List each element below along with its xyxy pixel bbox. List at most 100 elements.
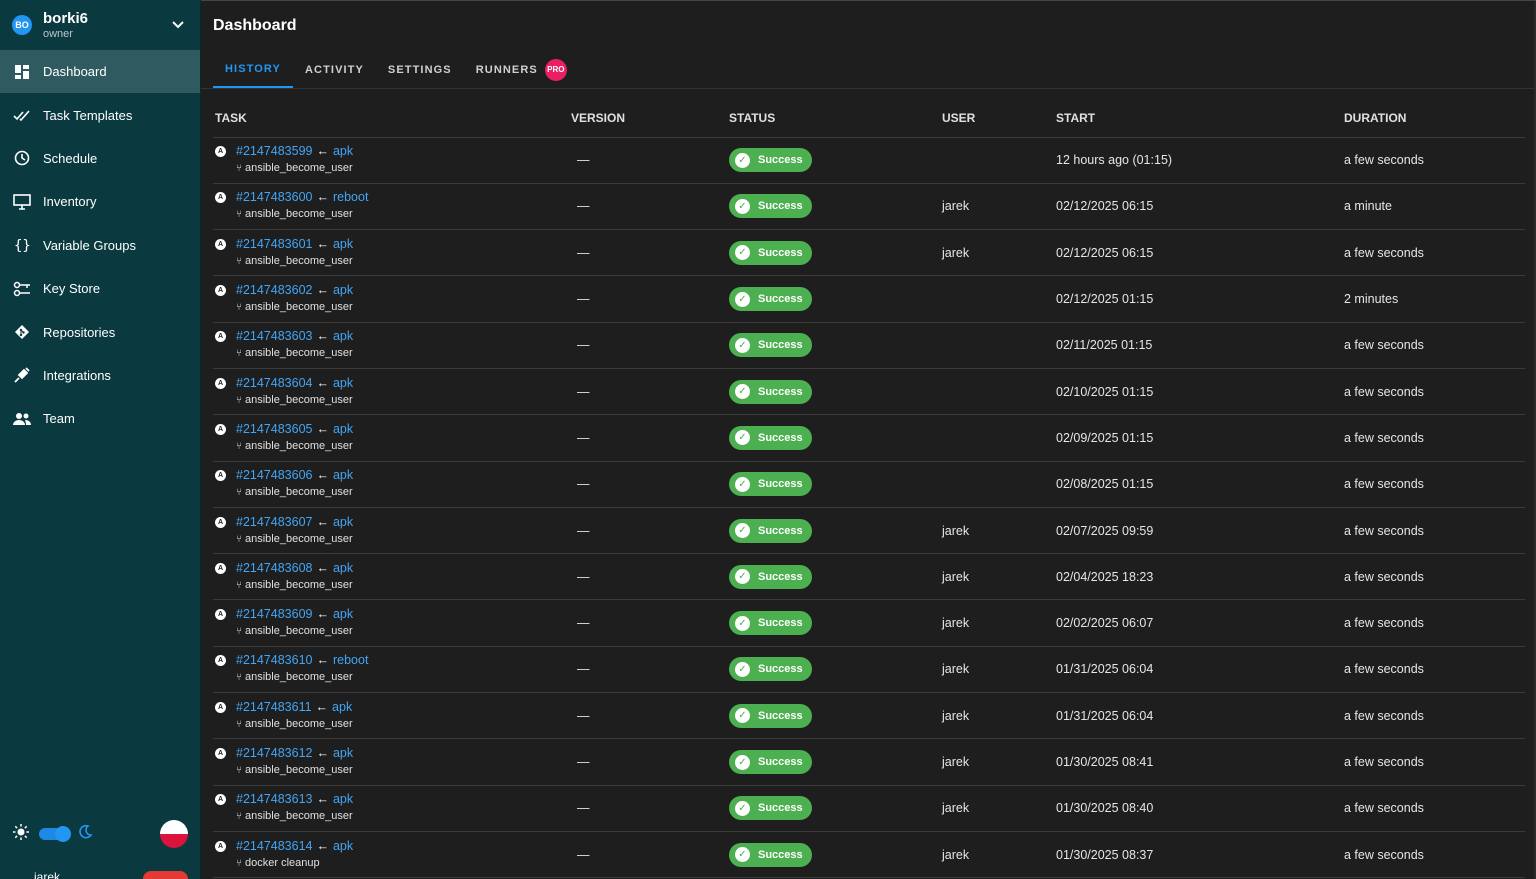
col-task[interactable]: TASK — [213, 99, 569, 138]
check-circle-icon: ✓ — [735, 708, 750, 724]
check-circle-icon: ✓ — [735, 337, 750, 353]
chevron-down-icon[interactable] — [168, 15, 188, 35]
sidebar-item-team[interactable]: Team — [0, 397, 200, 440]
col-status[interactable]: STATUS — [727, 99, 940, 138]
status-badge: ✓ Success — [729, 240, 812, 265]
status-cell: ✓ Success — [727, 785, 940, 832]
table-row: A #2147483604 ← apk ⑂ ansible_become_user — ✓ Su… — [213, 368, 1525, 416]
template-link[interactable]: apk — [333, 561, 353, 575]
sidebar-item-task-templates[interactable]: Task Templates — [0, 93, 200, 136]
task-id-link[interactable]: #2147483609 — [236, 607, 312, 621]
task-cell: A #2147483604 ← apk ⑂ ansible_become_user — [213, 368, 569, 416]
dark-mode-toggle[interactable] — [39, 826, 71, 842]
status-badge: ✓ Success — [729, 657, 812, 682]
user-row[interactable]: jarek — [0, 868, 200, 879]
template-link[interactable]: apk — [333, 329, 353, 343]
project-role: owner — [43, 27, 73, 40]
sidebar-item-inventory[interactable]: Inventory — [0, 180, 200, 223]
task-cell: A #2147483601 ← apk ⑂ ansible_become_user — [213, 229, 569, 277]
col-start[interactable]: START — [1054, 99, 1342, 138]
task-id-link[interactable]: #2147483613 — [236, 792, 312, 806]
version-cell: — — [569, 599, 727, 647]
template-link[interactable]: apk — [333, 283, 353, 297]
status-label: Success — [758, 709, 803, 722]
tab-label: SETTINGS — [387, 63, 452, 76]
task-id-link[interactable]: #2147483606 — [236, 468, 312, 482]
branch-name: ansible_become_user — [245, 254, 353, 267]
sidebar-item-key-store[interactable]: Key Store — [0, 267, 200, 310]
user-cell — [940, 275, 1054, 323]
template-link[interactable]: apk — [333, 515, 353, 529]
branch-icon: ⑂ — [236, 765, 242, 776]
sidebar-item-integrations[interactable]: Integrations — [0, 354, 200, 397]
sidebar-item-variable-groups[interactable]: {} Variable Groups — [0, 224, 200, 267]
branch-name: ansible_become_user — [245, 486, 353, 499]
project-selector[interactable]: BO borki6 owner — [0, 0, 200, 50]
duration-cell: a few seconds — [1342, 461, 1525, 508]
tab-runners[interactable]: RUNNERS PRO — [464, 51, 579, 88]
git-icon — [12, 322, 32, 342]
col-user[interactable]: USER — [940, 99, 1054, 138]
tab-activity[interactable]: ACTIVITY — [293, 51, 376, 88]
task-id-link[interactable]: #2147483602 — [236, 283, 312, 297]
template-link[interactable]: reboot — [333, 190, 368, 204]
branch-name: ansible_become_user — [245, 162, 353, 175]
user-cell: jarek — [940, 507, 1054, 555]
monitor-icon — [12, 192, 32, 212]
col-version[interactable]: VERSION — [569, 99, 727, 138]
template-link[interactable]: apk — [333, 237, 353, 251]
task-id-link[interactable]: #2147483605 — [236, 422, 312, 436]
template-link[interactable]: apk — [333, 607, 353, 621]
language-flag-icon[interactable] — [160, 820, 188, 848]
arrow-left-icon: ← — [316, 421, 329, 436]
sidebar-item-schedule[interactable]: Schedule — [0, 137, 200, 180]
task-id-link[interactable]: #2147483614 — [236, 839, 312, 853]
check-circle-icon: ✓ — [735, 800, 750, 816]
task-id-link[interactable]: #2147483600 — [236, 190, 312, 204]
tabs-divider — [201, 88, 1536, 89]
task-id-link[interactable]: #2147483611 — [236, 700, 312, 714]
task-cell: A #2147483603 ← apk ⑂ ansible_become_user — [213, 322, 569, 369]
task-id-link[interactable]: #2147483608 — [236, 561, 312, 575]
status-badge: ✓ Success — [729, 379, 812, 404]
moon-icon — [77, 824, 93, 845]
status-cell: ✓ Success — [727, 599, 940, 647]
sidebar-item-label: Repositories — [43, 324, 116, 340]
col-duration[interactable]: DURATION — [1342, 99, 1525, 138]
task-id-link[interactable]: #2147483604 — [236, 376, 312, 390]
sidebar-item-repositories[interactable]: Repositories — [0, 310, 200, 353]
task-cell: A #2147483610 ← reboot ⑂ ansible_become_user — [213, 646, 569, 694]
task-id-link[interactable]: #2147483610 — [236, 653, 312, 667]
template-link[interactable]: apk — [333, 422, 353, 436]
task-id-link[interactable]: #2147483601 — [236, 237, 312, 251]
user-cell: jarek — [940, 738, 1054, 786]
template-link[interactable]: apk — [332, 700, 352, 714]
template-link[interactable]: reboot — [333, 653, 368, 667]
template-link[interactable]: apk — [333, 792, 353, 806]
tab-history[interactable]: HISTORY — [213, 51, 293, 88]
task-cell: A #2147483613 ← apk ⑂ ansible_become_user — [213, 785, 569, 832]
key-icon — [12, 279, 32, 299]
duration-cell: a few seconds — [1342, 831, 1525, 879]
template-link[interactable]: apk — [333, 376, 353, 390]
duration-cell: a few seconds — [1342, 646, 1525, 694]
admin-badge — [143, 871, 188, 879]
template-link[interactable]: apk — [333, 468, 353, 482]
arrow-left-icon: ← — [316, 468, 329, 483]
version-cell: — — [569, 507, 727, 555]
start-cell: 01/30/2025 08:41 — [1054, 738, 1342, 786]
template-link[interactable]: apk — [333, 746, 353, 760]
task-id-link[interactable]: #2147483612 — [236, 746, 312, 760]
task-id-link[interactable]: #2147483599 — [236, 144, 312, 158]
template-link[interactable]: apk — [333, 839, 353, 853]
arrow-left-icon: ← — [316, 792, 329, 807]
task-cell: A #2147483612 ← apk ⑂ ansible_become_user — [213, 738, 569, 786]
table-row: A #2147483603 ← apk ⑂ ansible_become_user — ✓ Su… — [213, 322, 1525, 369]
tab-settings[interactable]: SETTINGS — [376, 51, 464, 88]
sidebar-item-dashboard[interactable]: Dashboard — [0, 50, 200, 94]
duration-cell: a few seconds — [1342, 414, 1525, 462]
template-link[interactable]: apk — [333, 144, 353, 158]
task-id-link[interactable]: #2147483603 — [236, 329, 312, 343]
task-id-link[interactable]: #2147483607 — [236, 515, 312, 529]
branch-icon: ⑂ — [236, 163, 242, 175]
